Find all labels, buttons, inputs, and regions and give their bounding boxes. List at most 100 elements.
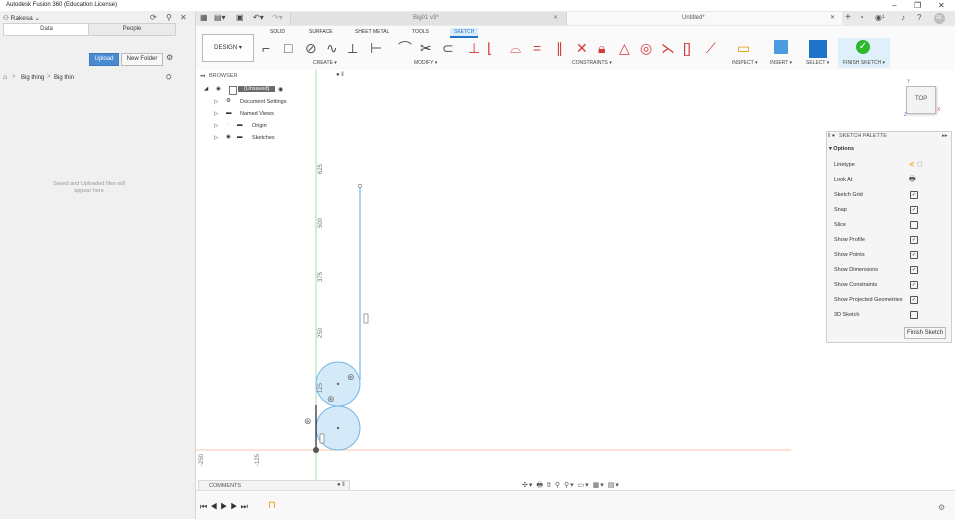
perpendicular-icon[interactable]: ✕ [576, 39, 588, 57]
select-icon[interactable] [809, 40, 827, 58]
insert-image-icon[interactable] [774, 40, 788, 54]
create-menu[interactable]: CREATE ▾ [313, 60, 337, 66]
coincident-icon[interactable]: ⌊ [487, 39, 492, 57]
curvature-icon[interactable]: ⟋ [706, 39, 716, 57]
browser-pin-icon[interactable]: ● ‖ [336, 72, 344, 78]
look-at-icon[interactable]: 🖶︎ [909, 175, 916, 186]
refresh-icon[interactable]: ⟳ [150, 13, 157, 22]
dimension-icon[interactable]: ⊢ [370, 39, 382, 57]
fix-lock-icon[interactable]: 🔒︎ [598, 39, 605, 57]
close-panel-icon[interactable]: ✕ [180, 13, 187, 22]
close-tab-icon[interactable]: ✕ [553, 12, 558, 25]
tab-sheet-metal[interactable]: SHEET METAL [355, 29, 389, 35]
close-tab-icon[interactable]: ✕ [830, 12, 835, 25]
breadcrumb-item[interactable]: Big thing [21, 75, 44, 81]
dimension-tool-icon[interactable]: ⊥ [468, 39, 480, 57]
palette-expand-icon[interactable]: ▸▸ [942, 133, 948, 139]
palette-section-options[interactable]: ▾ Options [829, 146, 854, 152]
finish-sketch-menu[interactable]: FINISH SKETCH ▾ [843, 60, 885, 66]
snap-checkbox[interactable]: ✓ [910, 206, 918, 214]
linetype-icon[interactable]: ⋞ ◻ [909, 160, 923, 168]
tab-surface[interactable]: SURFACE [309, 29, 333, 35]
show-dimensions-checkbox[interactable]: ✓ [910, 266, 918, 274]
undo-icon[interactable]: ↶▾ [253, 13, 264, 22]
team-icon[interactable]: ⛭ [166, 74, 172, 82]
finish-sketch-palette-button[interactable]: Finish Sketch [904, 327, 946, 339]
circle-icon[interactable]: ⊘ [305, 39, 317, 57]
browser-collapse-icon[interactable]: ◂◂ [200, 73, 205, 79]
job-status-icon[interactable]: ◉¹ [875, 13, 885, 22]
file-icon[interactable]: ▤▾ [214, 13, 226, 22]
constraint-icon[interactable]: ⊛ [327, 394, 335, 405]
fillet-icon[interactable]: ⌒ [398, 39, 412, 57]
orbit-icon[interactable]: ✣▾ [522, 482, 533, 489]
slice-checkbox[interactable] [910, 221, 918, 229]
comments-pin-icon[interactable]: ● ‖ [337, 482, 345, 488]
constraint-icon[interactable]: ⊛ [304, 416, 312, 427]
tab-data[interactable]: Data [3, 23, 90, 36]
select-menu[interactable]: SELECT ▾ [806, 60, 829, 66]
concentric-icon[interactable]: ◎ [640, 39, 652, 57]
tab-sketch[interactable]: SKETCH [450, 28, 479, 38]
eye-icon[interactable]: ◉ [216, 86, 221, 92]
equal-icon[interactable]: = [533, 39, 541, 57]
new-folder-button[interactable]: New Folder [121, 53, 163, 66]
zoom-window-icon[interactable]: ⚲▾ [564, 482, 575, 489]
eye-hidden-icon[interactable]: ◌ [226, 122, 229, 128]
mirror-icon[interactable]: ⟂ [348, 39, 357, 57]
browser-item-named-views[interactable]: Named Views [240, 111, 274, 117]
user-name[interactable]: ⚇ Rakesa ⌄ [3, 14, 40, 22]
extensions-icon[interactable]: ◔ [859, 13, 864, 22]
play-icon[interactable]: ▶ [220, 502, 230, 511]
viewcube[interactable]: TOP [906, 86, 936, 114]
apps-grid-icon[interactable]: ▦ [200, 13, 208, 22]
browser-item-sketches[interactable]: Sketches [252, 135, 275, 141]
notifications-icon[interactable]: ♪ [901, 13, 905, 22]
expand-icon[interactable]: ▷ [214, 111, 218, 117]
minimize-button[interactable]: – [892, 1, 896, 10]
timeline-settings-icon[interactable]: ⚙ [938, 503, 945, 512]
radio-icon[interactable]: ◉ [278, 86, 283, 93]
pan-icon[interactable]: ✋︎ [547, 482, 552, 489]
offset-icon[interactable]: ⊂ [442, 39, 454, 57]
expand-icon[interactable]: ◢ [204, 86, 208, 92]
trim-icon[interactable]: ✂ [420, 39, 432, 57]
show-constraints-checkbox[interactable]: ✓ [910, 281, 918, 289]
expand-icon[interactable]: ▷ [214, 135, 218, 141]
breadcrumb-item[interactable]: Big thin [54, 75, 74, 81]
3d-sketch-checkbox[interactable] [910, 311, 918, 319]
check-icon[interactable]: ✓ [856, 40, 870, 54]
previous-step-icon[interactable]: ◀ [210, 502, 220, 511]
viewports-icon[interactable]: ▤▾ [608, 482, 620, 489]
show-profile-checkbox[interactable]: ✓ [910, 236, 918, 244]
measure-icon[interactable]: ▭ [737, 39, 750, 57]
insert-menu[interactable]: INSERT ▾ [770, 60, 792, 66]
eye-icon[interactable]: ◉ [226, 134, 231, 140]
palette-handle-icon[interactable]: ‖ ● [828, 133, 835, 139]
gear-icon[interactable]: ⚙ [166, 53, 173, 62]
look-at-nav-icon[interactable]: 🖶︎ [536, 482, 544, 489]
show-projected-geometries-checkbox[interactable]: ✓ [910, 296, 918, 304]
line-icon[interactable]: ⌐ [262, 39, 270, 57]
redo-icon[interactable]: ↷▾ [272, 13, 283, 22]
zoom-icon[interactable]: ⚲ [555, 482, 561, 489]
show-points-checkbox[interactable]: ✓ [910, 251, 918, 259]
first-step-icon[interactable]: ⏮ [200, 502, 210, 511]
triangle-icon[interactable]: △ [619, 39, 630, 57]
midpoint-icon[interactable]: ⋋ [661, 39, 675, 57]
last-step-icon[interactable]: ⏭ [241, 502, 251, 511]
tab-people[interactable]: People [88, 23, 176, 36]
spline-icon[interactable]: ∿ [326, 39, 338, 57]
new-tab-icon[interactable]: + [845, 12, 851, 23]
search-icon[interactable]: ⚲ [166, 13, 172, 22]
expand-icon[interactable]: ▷ [214, 99, 218, 105]
expand-icon[interactable]: ▷ [214, 123, 218, 129]
save-icon[interactable]: ▣ [236, 13, 244, 22]
avatar[interactable]: RL [934, 13, 945, 24]
upload-button[interactable]: Upload [89, 53, 119, 66]
sketch-grid-checkbox[interactable]: ✓ [910, 191, 918, 199]
home-icon[interactable]: ⌂ [3, 74, 7, 81]
rectangle-icon[interactable]: □ [284, 39, 292, 57]
tab-solid[interactable]: SOLID [270, 29, 285, 35]
next-step-icon[interactable]: ▶ [230, 502, 240, 511]
